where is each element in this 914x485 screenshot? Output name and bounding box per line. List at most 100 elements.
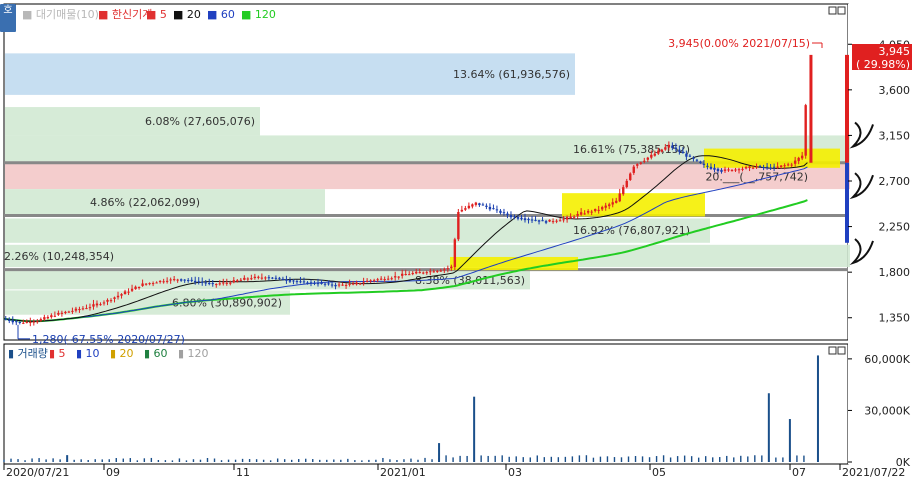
candle-body [586,211,590,213]
candle-body [772,166,776,168]
candle-body [208,282,211,284]
y-tick-label: 2,700 [879,175,911,188]
candle-body [397,276,400,278]
volume-bar [704,456,707,462]
candle-body [50,315,53,318]
candle-body [179,279,183,281]
volume-bar [17,459,19,462]
candle-body [236,280,239,282]
candle-body [288,279,292,282]
candle-body [218,283,221,285]
candle-body [685,153,688,157]
volume-bar [536,455,538,462]
candle-body [755,166,758,168]
volume-tick-label: 60,000K [864,353,910,366]
volume-bar [52,458,54,462]
volume-profile-label: 20.___(__,757,742) [705,170,808,183]
candle-body [692,157,695,160]
volume-bar [417,459,419,462]
candle-body [632,166,635,173]
candle-body [144,283,148,285]
candle-body [22,322,25,324]
candle-body [625,180,628,188]
volume-bar [726,455,728,462]
volume-bar [73,459,75,462]
volume-bar [740,455,742,462]
candle-body [232,280,236,283]
candle-body [418,272,421,274]
candle-body [629,173,632,180]
candle-body [8,319,11,322]
volume-bar [312,459,314,462]
volume-bar [782,457,784,462]
candle-body [779,165,783,168]
candle-body [555,220,558,222]
candle-body [25,321,29,323]
volume-bar [199,459,202,462]
candle-body [716,168,720,172]
x-tick-label: 03 [508,466,522,479]
candle-body [523,218,527,221]
candle-body [660,149,664,152]
candle-body [393,276,397,278]
volume-bar [101,459,103,462]
volume-bar [494,455,496,462]
candle-body [120,294,123,296]
candle-body [713,167,716,170]
candle-body [201,281,204,283]
current-change-label: ( 29.98%) [856,58,910,71]
maximize-icon [828,6,837,15]
side-tab-button[interactable]: 호 [0,4,16,32]
candle-body [415,271,418,274]
candle-body [151,283,155,285]
candle-body [446,268,450,270]
candle-body [702,163,706,165]
candle-body [600,207,604,210]
candle-body [478,203,481,206]
volume-bar [648,457,651,462]
volume-bar [796,455,798,462]
volume-bar [80,459,82,462]
volume-profile-label: 13.64% (61,936,576) [453,68,570,81]
candle-body [253,276,257,279]
candle-body [358,283,362,285]
volume-bar [305,458,307,462]
volume-bar [697,457,700,462]
x-tick-label: 05 [652,466,666,479]
candle-body [365,280,369,282]
candle-body [723,169,727,171]
volume-bar [424,457,426,462]
candle-body [579,212,583,215]
candlestick-chart: 13.64% (61,936,576)6.08% (27,605,076)16.… [3,3,914,479]
candle-body [674,147,678,149]
candle-body [495,209,499,211]
volume-profile-label: 2.26% (10,248,354) [4,250,114,263]
candle-body [155,282,158,284]
volume-bar [761,455,763,462]
candle-body [706,165,709,167]
candle-body [436,270,439,272]
candle-body [618,193,621,202]
candle-body [516,217,520,219]
volume-bar [185,460,188,462]
volume-legend-item: ▮ 20 [110,347,134,360]
candle-body [474,202,478,205]
stock-chart-window: 호 13.64% (61,936,576) 6.08% (27,605,076) 1… [0,0,914,482]
candle-body [264,277,267,279]
volume-bar [775,457,777,462]
candle-body [109,300,113,302]
candle-body [737,169,741,171]
volume-bar [515,456,517,462]
volume-bar [136,460,139,462]
candle-body [541,220,544,222]
volume-bar [683,455,686,462]
volume-bar [382,457,384,462]
candle-body [748,166,751,169]
volume-bar [234,459,237,462]
volume-bar [255,459,258,462]
volume-bar [564,456,567,462]
volume-legend-item: ▮ 10 [76,347,100,360]
min-price-label: 1,280(-67.55% 2020/07/27) [32,333,185,346]
volume-bar [24,460,26,462]
volume-bar [501,455,503,462]
